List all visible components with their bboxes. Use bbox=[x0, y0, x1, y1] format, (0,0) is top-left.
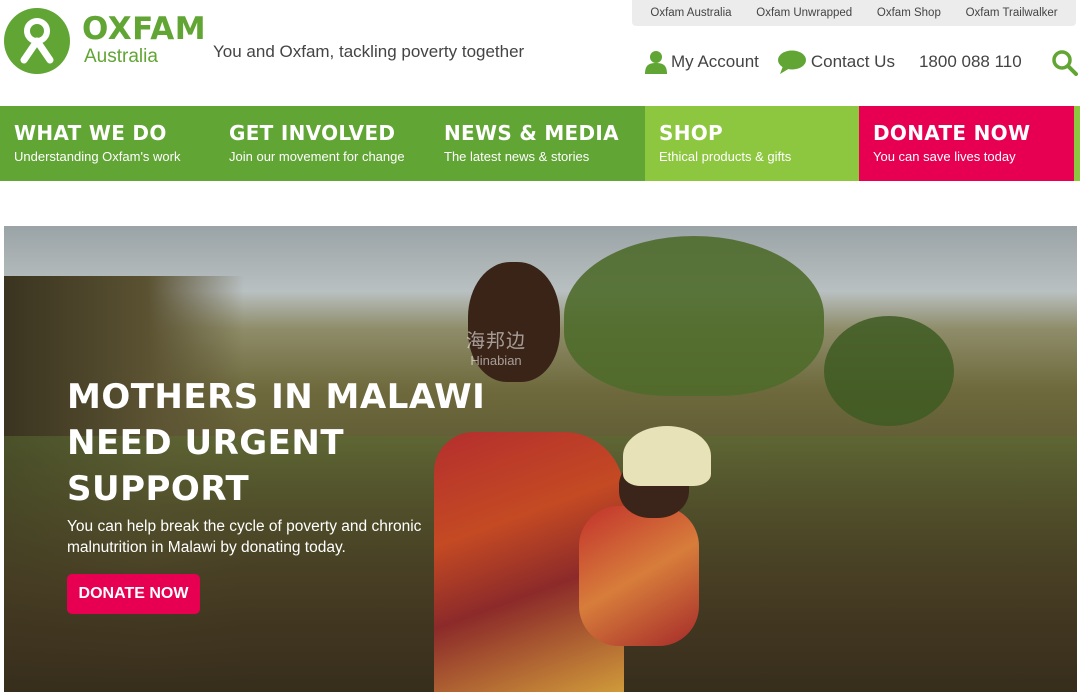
nav-edge bbox=[1074, 106, 1080, 181]
user-icon bbox=[645, 51, 667, 74]
top-links-bar: Oxfam Australia Oxfam Unwrapped Oxfam Sh… bbox=[632, 0, 1076, 26]
nav-get-involved[interactable]: Get involved Join our movement for chang… bbox=[215, 106, 430, 181]
nav-subtitle: Join our movement for change bbox=[229, 149, 405, 164]
logo-region: Australia bbox=[84, 46, 158, 67]
speech-bubble-icon bbox=[777, 50, 806, 74]
nav-title: Donate now bbox=[873, 121, 1031, 145]
nav-title: What we do bbox=[14, 121, 167, 145]
watermark: 海邦边 Hinabian bbox=[466, 326, 526, 368]
nav-title: Shop bbox=[659, 121, 724, 145]
nav-news-media[interactable]: News & media The latest news & stories bbox=[430, 106, 645, 181]
oxfam-logo-icon bbox=[4, 8, 70, 74]
phone-number[interactable]: 1800 088 110 bbox=[919, 52, 1022, 72]
logo-wordmark: OXFAM bbox=[82, 11, 207, 47]
nav-subtitle: Ethical products & gifts bbox=[659, 149, 792, 164]
hero-title: Mothers in Malawi need urgent support bbox=[67, 377, 486, 509]
nav-shop[interactable]: Shop Ethical products & gifts bbox=[645, 106, 859, 181]
main-navigation: What we do Understanding Oxfam's work Ge… bbox=[0, 106, 1080, 181]
nav-what-we-do[interactable]: What we do Understanding Oxfam's work bbox=[0, 106, 215, 181]
nav-subtitle: The latest news & stories bbox=[444, 149, 590, 164]
nav-subtitle: You can save lives today bbox=[873, 149, 1016, 164]
contact-us-link[interactable]: Contact Us bbox=[777, 50, 895, 74]
hero-photo-bush bbox=[824, 316, 954, 426]
nav-subtitle: Understanding Oxfam's work bbox=[14, 149, 181, 164]
nav-title: News & media bbox=[444, 121, 619, 145]
top-link-oxfam-australia[interactable]: Oxfam Australia bbox=[650, 7, 731, 19]
my-account-label: My Account bbox=[671, 52, 759, 71]
header-utilities: My Account Contact Us 1800 088 110 bbox=[645, 50, 1022, 74]
contact-us-label: Contact Us bbox=[810, 52, 895, 71]
hero-banner: 海邦边 Hinabian Mothers in Malawi need urge… bbox=[4, 226, 1077, 692]
oxfam-logo[interactable]: OXFAM Australia bbox=[4, 8, 206, 74]
top-link-oxfam-unwrapped[interactable]: Oxfam Unwrapped bbox=[756, 7, 852, 19]
top-link-oxfam-trailwalker[interactable]: Oxfam Trailwalker bbox=[966, 7, 1058, 19]
hero-description: You can help break the cycle of poverty … bbox=[67, 518, 422, 556]
search-icon[interactable] bbox=[1052, 50, 1078, 81]
site-header: OXFAM Australia You and Oxfam, tackling … bbox=[0, 0, 1080, 106]
site-tagline: You and Oxfam, tackling poverty together bbox=[213, 42, 525, 61]
hero-photo-baby bbox=[579, 426, 714, 646]
nav-donate-now[interactable]: Donate now You can save lives today bbox=[859, 106, 1074, 181]
hero-donate-button[interactable]: Donate now bbox=[67, 574, 200, 614]
top-link-oxfam-shop[interactable]: Oxfam Shop bbox=[877, 7, 941, 19]
nav-title: Get involved bbox=[229, 121, 396, 145]
my-account-link[interactable]: My Account bbox=[645, 50, 759, 74]
watermark-subtext: Hinabian bbox=[470, 353, 522, 368]
watermark-text: 海邦边 bbox=[466, 330, 527, 352]
